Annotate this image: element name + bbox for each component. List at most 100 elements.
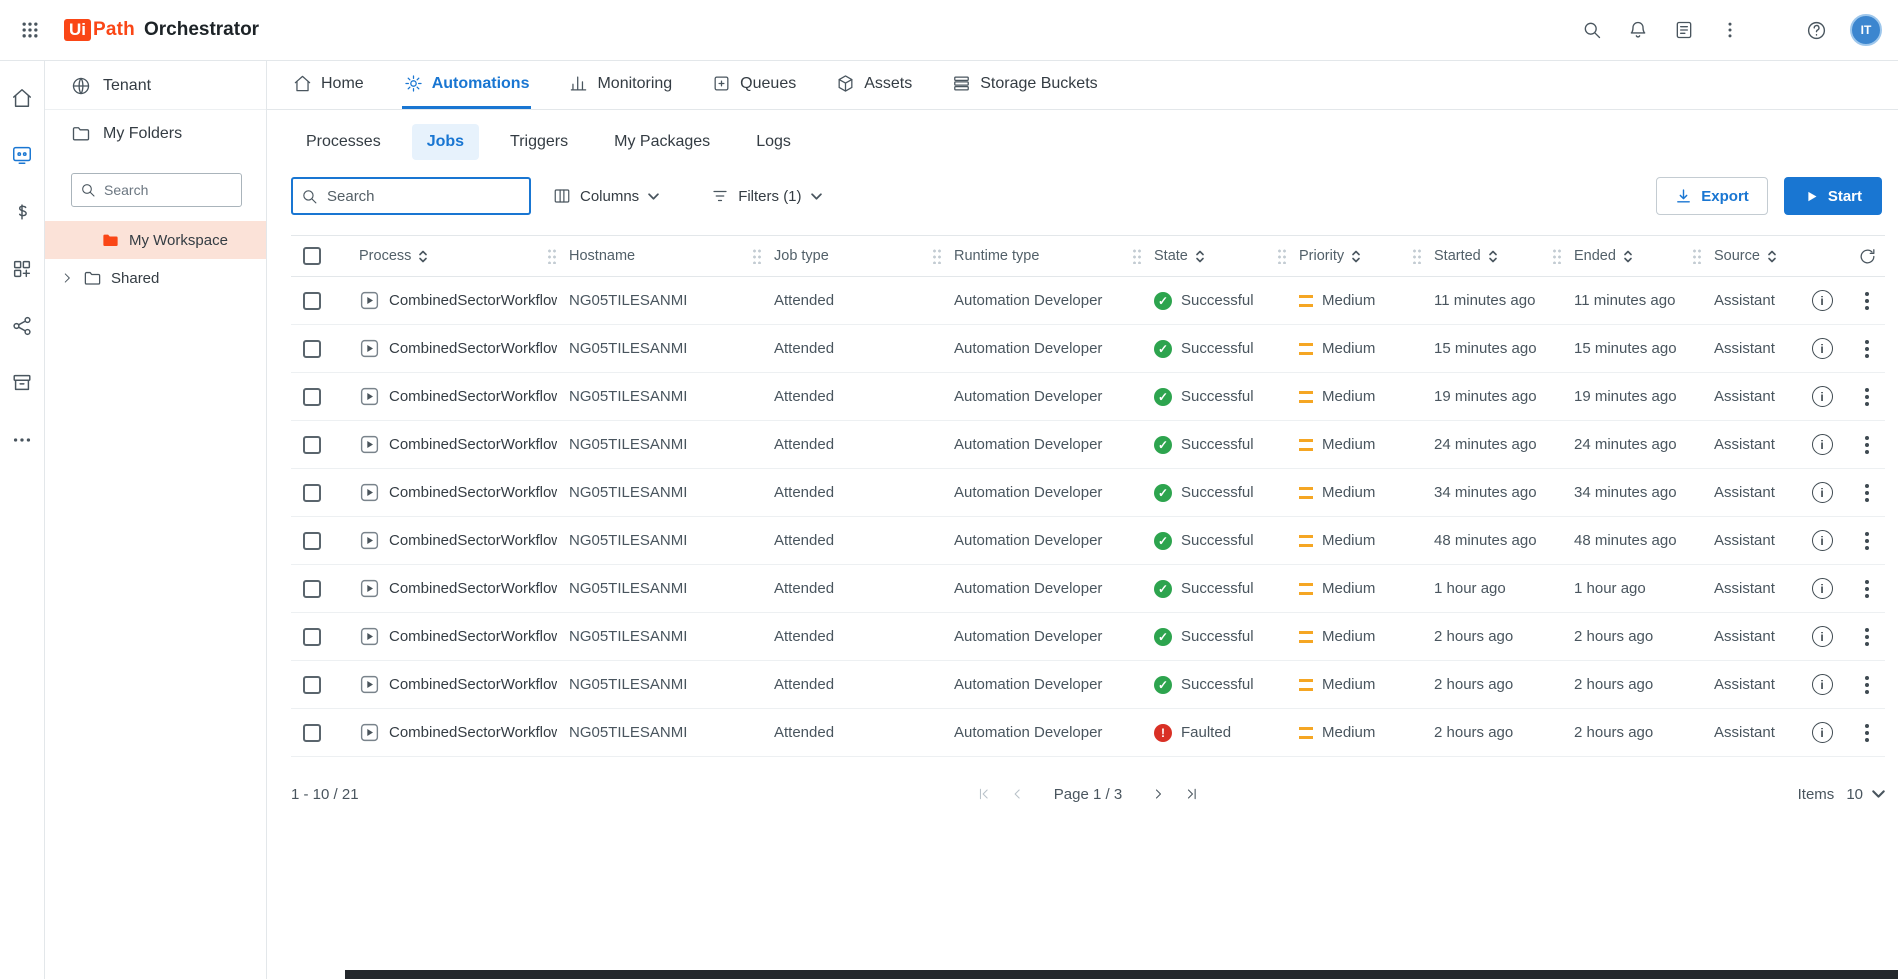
- sort-icon[interactable]: [1351, 249, 1361, 264]
- tree-item-shared[interactable]: Shared: [45, 259, 266, 297]
- column-header-started[interactable]: Started: [1422, 236, 1562, 276]
- sidebar-item-tenant[interactable]: Tenant: [45, 63, 266, 110]
- table-row[interactable]: CombinedSectorWorkflow NG05TILESANMI Att…: [291, 661, 1885, 709]
- rail-item-orchestrator[interactable]: [7, 140, 37, 170]
- column-header-priority[interactable]: Priority: [1287, 236, 1422, 276]
- sort-icon[interactable]: [1767, 249, 1777, 264]
- next-page-button[interactable]: [1146, 782, 1170, 806]
- row-checkbox[interactable]: [303, 483, 321, 502]
- column-header-hostname[interactable]: Hostname: [557, 236, 762, 276]
- table-row[interactable]: CombinedSectorWorkflow NG05TILESANMI Att…: [291, 709, 1885, 757]
- column-header-state[interactable]: State: [1142, 236, 1287, 276]
- tab-home[interactable]: Home: [291, 61, 366, 109]
- subtab-processes[interactable]: Processes: [291, 124, 396, 160]
- rail-item-storage[interactable]: [7, 368, 37, 398]
- row-checkbox[interactable]: [303, 291, 321, 310]
- previous-page-button[interactable]: [1006, 782, 1030, 806]
- row-menu-icon[interactable]: [1861, 480, 1873, 506]
- more-options-button[interactable]: [1710, 10, 1750, 50]
- info-icon[interactable]: [1811, 578, 1833, 599]
- rail-item-transactions[interactable]: [7, 197, 37, 227]
- last-page-button[interactable]: [1180, 782, 1204, 806]
- info-icon[interactable]: [1811, 626, 1833, 647]
- info-icon[interactable]: [1811, 674, 1833, 695]
- tab-queues[interactable]: Queues: [710, 61, 798, 109]
- sort-icon[interactable]: [1488, 249, 1498, 264]
- tab-assets[interactable]: Assets: [834, 61, 914, 109]
- row-checkbox[interactable]: [303, 675, 321, 694]
- select-all-checkbox[interactable]: [303, 247, 321, 265]
- row-menu-icon[interactable]: [1861, 288, 1873, 314]
- column-header-job-type[interactable]: Job type: [762, 236, 942, 276]
- subtab-triggers[interactable]: Triggers: [495, 124, 583, 160]
- notifications-button[interactable]: [1618, 10, 1658, 50]
- table-row[interactable]: CombinedSectorWorkflow NG05TILESANMI Att…: [291, 325, 1885, 373]
- table-row[interactable]: CombinedSectorWorkflow NG05TILESANMI Att…: [291, 469, 1885, 517]
- table-row[interactable]: CombinedSectorWorkflow NG05TILESANMI Att…: [291, 373, 1885, 421]
- refresh-button[interactable]: [1852, 241, 1882, 271]
- row-checkbox[interactable]: [303, 339, 321, 358]
- row-checkbox[interactable]: [303, 435, 321, 454]
- subtab-my-packages[interactable]: My Packages: [599, 124, 725, 160]
- column-header-ended[interactable]: Ended: [1562, 236, 1702, 276]
- row-menu-icon[interactable]: [1861, 576, 1873, 602]
- info-icon[interactable]: [1811, 530, 1833, 551]
- row-checkbox[interactable]: [303, 579, 321, 598]
- table-row[interactable]: CombinedSectorWorkflow NG05TILESANMI Att…: [291, 613, 1885, 661]
- subtab-jobs[interactable]: Jobs: [411, 124, 480, 160]
- export-button[interactable]: Export: [1656, 177, 1768, 215]
- row-menu-icon[interactable]: [1861, 336, 1873, 362]
- page-size-select[interactable]: 10: [1846, 786, 1885, 803]
- app-launcher-button[interactable]: [10, 10, 50, 50]
- tree-item-my-workspace[interactable]: My Workspace: [45, 221, 266, 259]
- rail-item-integrations[interactable]: [7, 311, 37, 341]
- row-checkbox[interactable]: [303, 723, 321, 742]
- row-checkbox[interactable]: [303, 531, 321, 550]
- sort-icon[interactable]: [418, 249, 428, 264]
- sidebar-item-my-folders[interactable]: My Folders: [45, 110, 266, 157]
- info-icon[interactable]: [1811, 338, 1833, 359]
- folder-search-input[interactable]: [71, 173, 242, 207]
- row-menu-icon[interactable]: [1861, 672, 1873, 698]
- columns-button[interactable]: Columns: [541, 179, 671, 213]
- rail-item-more[interactable]: [7, 425, 37, 455]
- rail-item-apps[interactable]: [7, 254, 37, 284]
- table-row[interactable]: CombinedSectorWorkflow NG05TILESANMI Att…: [291, 517, 1885, 565]
- tab-monitoring[interactable]: Monitoring: [567, 61, 674, 109]
- column-header-source[interactable]: Source: [1702, 236, 1797, 276]
- start-button[interactable]: Start: [1783, 177, 1882, 215]
- column-header-process[interactable]: Process: [347, 236, 557, 276]
- info-icon[interactable]: [1811, 722, 1833, 743]
- filters-button[interactable]: Filters (1): [699, 179, 833, 213]
- info-icon[interactable]: [1811, 482, 1833, 503]
- subtab-logs[interactable]: Logs: [741, 124, 806, 160]
- table-row[interactable]: CombinedSectorWorkflow NG05TILESANMI Att…: [291, 565, 1885, 613]
- page-indicator[interactable]: Page 1 / 3: [1054, 786, 1122, 803]
- sort-icon[interactable]: [1623, 249, 1633, 264]
- first-page-button[interactable]: [972, 782, 996, 806]
- info-icon[interactable]: [1811, 290, 1833, 311]
- table-row[interactable]: CombinedSectorWorkflow NG05TILESANMI Att…: [291, 277, 1885, 325]
- user-avatar[interactable]: IT: [1850, 14, 1882, 46]
- rail-item-home[interactable]: [7, 83, 37, 113]
- sort-icon[interactable]: [1195, 249, 1205, 264]
- global-search-button[interactable]: [1572, 10, 1612, 50]
- row-menu-icon[interactable]: [1861, 624, 1873, 650]
- help-button[interactable]: [1796, 10, 1836, 50]
- row-menu-icon[interactable]: [1861, 432, 1873, 458]
- row-checkbox[interactable]: [303, 627, 321, 646]
- priority-cell: Medium: [1287, 292, 1422, 309]
- row-menu-icon[interactable]: [1861, 720, 1873, 746]
- column-header-runtime-type[interactable]: Runtime type: [942, 236, 1142, 276]
- row-menu-icon[interactable]: [1861, 384, 1873, 410]
- resource-center-button[interactable]: [1664, 10, 1704, 50]
- jobs-search-input[interactable]: [291, 177, 531, 215]
- info-icon[interactable]: [1811, 386, 1833, 407]
- info-icon[interactable]: [1811, 434, 1833, 455]
- row-menu-icon[interactable]: [1861, 528, 1873, 554]
- row-checkbox[interactable]: [303, 387, 321, 406]
- tab-automations[interactable]: Automations: [401, 61, 532, 109]
- table-row[interactable]: CombinedSectorWorkflow NG05TILESANMI Att…: [291, 421, 1885, 469]
- tab-storage-buckets[interactable]: Storage Buckets: [950, 61, 1099, 109]
- horizontal-scrollbar[interactable]: [345, 970, 1898, 979]
